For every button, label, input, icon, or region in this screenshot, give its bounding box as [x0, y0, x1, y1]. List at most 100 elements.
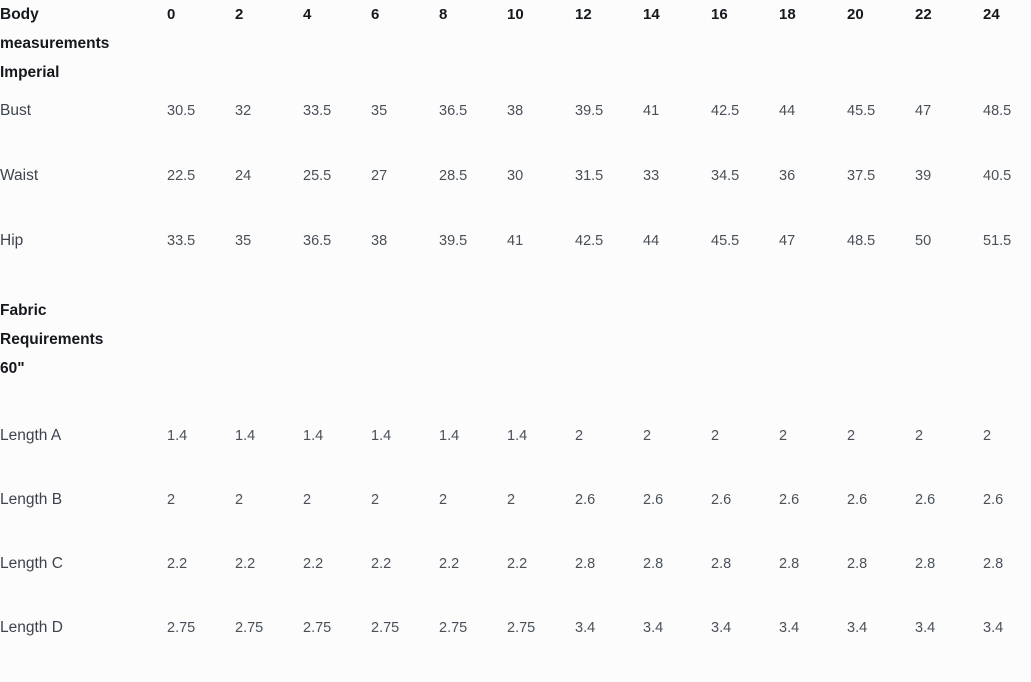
- size-column-header-2: 2: [235, 6, 244, 23]
- cell-length-b-20: 2.6: [847, 492, 868, 508]
- cell-length-c-16: 2.8: [711, 556, 732, 572]
- fabric-requirements-header-row: Fabric Requirements 60": [0, 296, 1031, 426]
- cell-length-a-10: 1.4: [507, 428, 528, 444]
- cell-waist-2: 24: [235, 168, 252, 184]
- fabric-spacer-24: [983, 296, 1031, 426]
- fabric-requirements-title: Fabric Requirements 60": [0, 296, 167, 426]
- cell-hip-4: 36.5: [303, 233, 332, 249]
- table-body: Bust 30.5 32 33.5 35 36.5 38 39.5 41 42.…: [0, 101, 1031, 682]
- cell-length-d-2: 2.75: [235, 620, 264, 636]
- cell-length-a-16: 2: [711, 428, 720, 444]
- size-column-header-10: 10: [507, 6, 524, 23]
- cell-length-d-14: 3.4: [643, 620, 664, 636]
- size-column-header-18: 18: [779, 6, 796, 23]
- cell-bust-22: 47: [915, 103, 932, 119]
- cell-length-d-16: 3.4: [711, 620, 732, 636]
- cell-length-c-24: 2.8: [983, 556, 1004, 572]
- body-measurements-title-line-2: measurements: [0, 35, 110, 52]
- cell-hip-16: 45.5: [711, 233, 740, 249]
- row-label-length-a: Length A: [0, 427, 62, 444]
- cell-hip-14: 44: [643, 233, 660, 249]
- cell-waist-6: 27: [371, 168, 388, 184]
- cell-length-b-14: 2.6: [643, 492, 664, 508]
- cell-length-c-12: 2.8: [575, 556, 596, 572]
- row-label-bust: Bust: [0, 102, 32, 119]
- cell-length-a-8: 1.4: [439, 428, 460, 444]
- table-row-length-a: Length A 1.4 1.4 1.4 1.4 1.4 1.4 2 2 2 2…: [0, 426, 1031, 490]
- cell-length-a-4: 1.4: [303, 428, 324, 444]
- size-header-row: Body measurements Imperial 0 2 4 6 8 10 …: [0, 0, 1031, 101]
- row-label-length-c: Length C: [0, 555, 63, 572]
- cell-length-c-2: 2.2: [235, 556, 256, 572]
- cell-bust-6: 35: [371, 103, 388, 119]
- size-chart-page: Body measurements Imperial 0 2 4 6 8 10 …: [0, 0, 1031, 679]
- fabric-spacer-14: [643, 296, 711, 426]
- cell-length-c-4: 2.2: [303, 556, 324, 572]
- cell-length-d-4: 2.75: [303, 620, 332, 636]
- cell-waist-0: 22.5: [167, 168, 196, 184]
- cell-length-c-18: 2.8: [779, 556, 800, 572]
- cell-hip-0: 33.5: [167, 233, 196, 249]
- fabric-spacer-4: [303, 296, 371, 426]
- table-head: Body measurements Imperial 0 2 4 6 8 10 …: [0, 0, 1031, 101]
- cell-waist-8: 28.5: [439, 168, 468, 184]
- fabric-spacer-20: [847, 296, 915, 426]
- row-label-hip: Hip: [0, 232, 24, 249]
- table-row-hip: Hip 33.5 35 36.5 38 39.5 41 42.5 44 45.5…: [0, 231, 1031, 296]
- cell-length-c-0: 2.2: [167, 556, 188, 572]
- cell-length-b-24: 2.6: [983, 492, 1004, 508]
- cell-length-d-24: 3.4: [983, 620, 1004, 636]
- size-column-header-8: 8: [439, 6, 448, 23]
- cell-length-c-6: 2.2: [371, 556, 392, 572]
- cell-length-d-12: 3.4: [575, 620, 596, 636]
- fabric-spacer-2: [235, 296, 303, 426]
- cell-bust-24: 48.5: [983, 103, 1012, 119]
- cell-waist-20: 37.5: [847, 168, 876, 184]
- cell-waist-14: 33: [643, 168, 660, 184]
- size-column-header-20: 20: [847, 6, 864, 23]
- size-column-header-14: 14: [643, 6, 660, 23]
- cell-hip-10: 41: [507, 233, 524, 249]
- table-row-length-b: Length B 2 2 2 2 2 2 2.6 2.6 2.6 2.6 2.6…: [0, 490, 1031, 554]
- row-label-length-d: Length D: [0, 619, 63, 636]
- cell-bust-14: 41: [643, 103, 660, 119]
- cell-hip-6: 38: [371, 233, 388, 249]
- fabric-requirements-title-line-2: Requirements: [0, 331, 104, 348]
- size-column-header-0: 0: [167, 6, 176, 23]
- cell-hip-12: 42.5: [575, 233, 604, 249]
- cell-bust-12: 39.5: [575, 103, 604, 119]
- cell-hip-22: 50: [915, 233, 932, 249]
- cell-length-b-18: 2.6: [779, 492, 800, 508]
- cell-bust-10: 38: [507, 103, 524, 119]
- cell-length-d-10: 2.75: [507, 620, 536, 636]
- size-column-header-6: 6: [371, 6, 380, 23]
- body-measurements-title-line-3: Imperial: [0, 64, 60, 81]
- fabric-spacer-6: [371, 296, 439, 426]
- cell-length-a-20: 2: [847, 428, 856, 444]
- cell-hip-2: 35: [235, 233, 252, 249]
- fabric-spacer-8: [439, 296, 507, 426]
- fabric-spacer-10: [507, 296, 575, 426]
- size-column-header-12: 12: [575, 6, 592, 23]
- cell-length-a-18: 2: [779, 428, 788, 444]
- cell-hip-8: 39.5: [439, 233, 468, 249]
- cell-bust-8: 36.5: [439, 103, 468, 119]
- cell-length-a-24: 2: [983, 428, 992, 444]
- cell-bust-18: 44: [779, 103, 796, 119]
- table-row-waist: Waist 22.5 24 25.5 27 28.5 30 31.5 33 34…: [0, 166, 1031, 231]
- table-row-length-c: Length C 2.2 2.2 2.2 2.2 2.2 2.2 2.8 2.8…: [0, 554, 1031, 618]
- cell-length-c-22: 2.8: [915, 556, 936, 572]
- cell-waist-22: 39: [915, 168, 932, 184]
- size-column-header-4: 4: [303, 6, 312, 23]
- cell-length-a-0: 1.4: [167, 428, 188, 444]
- cell-length-b-8: 2: [439, 492, 448, 508]
- cell-waist-12: 31.5: [575, 168, 604, 184]
- cell-hip-24: 51.5: [983, 233, 1012, 249]
- cell-length-b-0: 2: [167, 492, 176, 508]
- fabric-spacer-18: [779, 296, 847, 426]
- cell-length-d-18: 3.4: [779, 620, 800, 636]
- cell-bust-16: 42.5: [711, 103, 740, 119]
- fabric-spacer-0: [167, 296, 235, 426]
- cell-length-b-22: 2.6: [915, 492, 936, 508]
- cell-length-a-22: 2: [915, 428, 924, 444]
